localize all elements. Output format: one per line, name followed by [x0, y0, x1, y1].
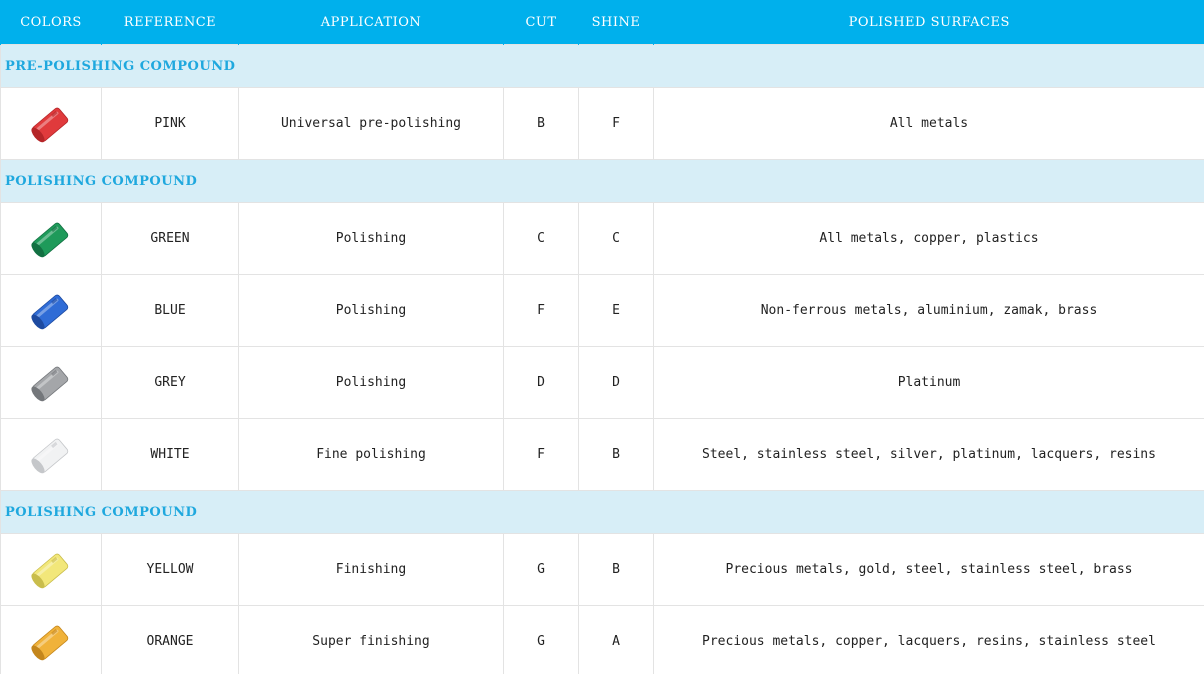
- color-swatch-cell: [0, 87, 102, 160]
- compound-table: COLORS REFERENCE APPLICATION CUT SHINE P…: [0, 0, 1204, 674]
- shine-cell: F: [578, 87, 654, 160]
- compound-stick-icon: [31, 222, 69, 257]
- table-row: BLUE Polishing F E Non-ferrous metals, alumi…: [0, 274, 1204, 347]
- polished-surfaces-cell: Precious metals, gold, steel, stainless …: [653, 533, 1204, 606]
- table-body: PRE-POLISHING COMPOUND PINK Universal pre-…: [0, 44, 1204, 674]
- reference-cell: GREEN: [101, 202, 239, 275]
- compound-stick-icon: [31, 625, 69, 660]
- color-swatch-cell: [0, 202, 102, 275]
- table-row: GREEN Polishing C C All metals, copper, plas…: [0, 202, 1204, 275]
- cut-cell: C: [503, 202, 579, 275]
- table-header: COLORS REFERENCE APPLICATION CUT SHINE P…: [0, 0, 1204, 45]
- shine-cell: C: [578, 202, 654, 275]
- table-row: PINK Universal pre-polishing B F All metals: [0, 87, 1204, 160]
- reference-cell: WHITE: [101, 418, 239, 491]
- reference-cell: GREY: [101, 346, 239, 419]
- polished-surfaces-cell: All metals: [653, 87, 1204, 160]
- header-colors: COLORS: [0, 0, 102, 45]
- shine-cell: D: [578, 346, 654, 419]
- section-title: PRE-POLISHING COMPOUND: [0, 44, 1204, 88]
- table-row: YELLOW Finishing G B Precious metals, gold, …: [0, 533, 1204, 606]
- shine-cell: A: [578, 605, 654, 674]
- reference-cell: PINK: [101, 87, 239, 160]
- color-swatch-cell: [0, 418, 102, 491]
- compound-stick-icon: [31, 107, 69, 142]
- polished-surfaces-cell: All metals, copper, plastics: [653, 202, 1204, 275]
- table-row: ORANGE Super finishing G A Precious metals, …: [0, 605, 1204, 674]
- application-cell: Polishing: [238, 346, 504, 419]
- cut-cell: B: [503, 87, 579, 160]
- header-application: APPLICATION: [238, 0, 504, 45]
- section-row: POLISHING COMPOUND: [0, 159, 1204, 203]
- shine-cell: E: [578, 274, 654, 347]
- reference-cell: YELLOW: [101, 533, 239, 606]
- table-row: WHITE Fine polishing F B Steel, stainless st…: [0, 418, 1204, 491]
- header-polished-surfaces: POLISHED SURFACES: [653, 0, 1204, 45]
- table-row: GREY Polishing D D Platinum: [0, 346, 1204, 419]
- application-cell: Universal pre-polishing: [238, 87, 504, 160]
- polished-surfaces-cell: Non-ferrous metals, aluminium, zamak, br…: [653, 274, 1204, 347]
- cut-cell: G: [503, 533, 579, 606]
- cut-cell: G: [503, 605, 579, 674]
- compound-stick-icon: [31, 294, 69, 329]
- reference-cell: ORANGE: [101, 605, 239, 674]
- application-cell: Finishing: [238, 533, 504, 606]
- compound-stick-icon: [31, 366, 69, 401]
- section-title: POLISHING COMPOUND: [0, 490, 1204, 534]
- color-swatch-cell: [0, 605, 102, 674]
- application-cell: Polishing: [238, 274, 504, 347]
- section-title: POLISHING COMPOUND: [0, 159, 1204, 203]
- shine-cell: B: [578, 533, 654, 606]
- cut-cell: F: [503, 274, 579, 347]
- color-swatch-cell: [0, 274, 102, 347]
- compound-stick-icon: [31, 553, 69, 588]
- polished-surfaces-cell: Steel, stainless steel, silver, platinum…: [653, 418, 1204, 491]
- header-shine: SHINE: [578, 0, 654, 45]
- reference-cell: BLUE: [101, 274, 239, 347]
- section-row: POLISHING COMPOUND: [0, 490, 1204, 534]
- header-cut: CUT: [503, 0, 579, 45]
- cut-cell: D: [503, 346, 579, 419]
- application-cell: Fine polishing: [238, 418, 504, 491]
- compound-stick-icon: [31, 438, 69, 473]
- polished-surfaces-cell: Platinum: [653, 346, 1204, 419]
- color-swatch-cell: [0, 533, 102, 606]
- cut-cell: F: [503, 418, 579, 491]
- polished-surfaces-cell: Precious metals, copper, lacquers, resin…: [653, 605, 1204, 674]
- shine-cell: B: [578, 418, 654, 491]
- application-cell: Polishing: [238, 202, 504, 275]
- section-row: PRE-POLISHING COMPOUND: [0, 44, 1204, 88]
- header-reference: REFERENCE: [101, 0, 239, 45]
- color-swatch-cell: [0, 346, 102, 419]
- application-cell: Super finishing: [238, 605, 504, 674]
